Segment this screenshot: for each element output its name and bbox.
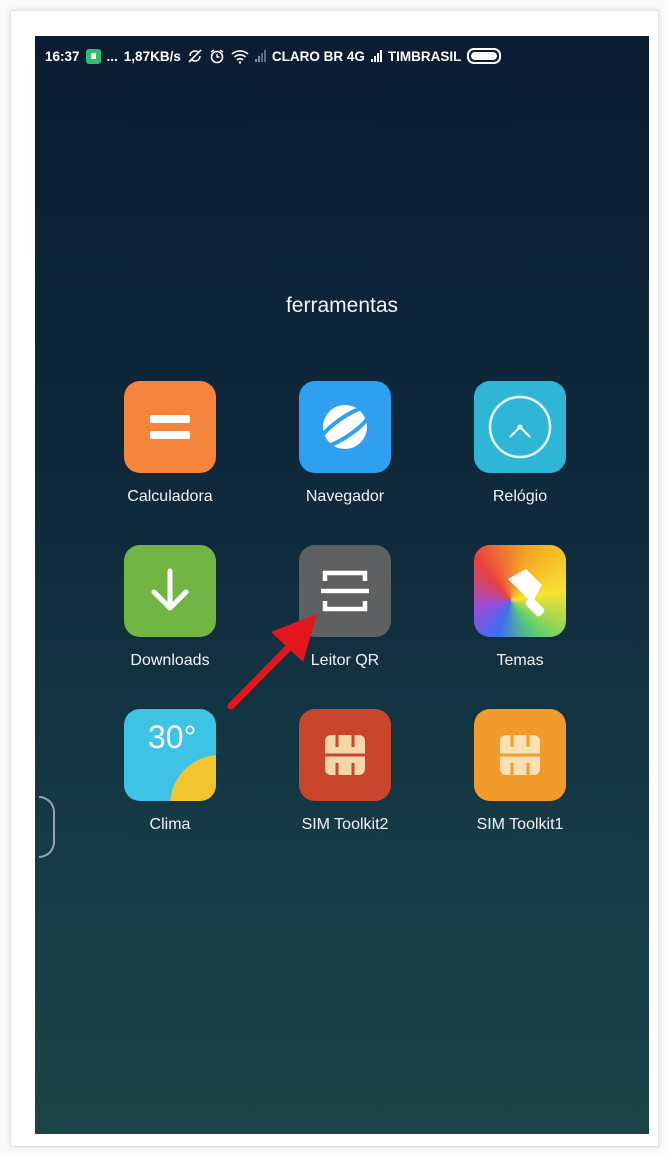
app-downloads[interactable]: Downloads bbox=[100, 545, 240, 670]
carrier-1: CLARO BR 4G bbox=[271, 48, 365, 64]
app-navegador[interactable]: Navegador bbox=[275, 381, 415, 506]
signal-icon bbox=[370, 50, 382, 62]
wifi-icon bbox=[231, 49, 249, 64]
more-notifications-dots: ... bbox=[106, 48, 118, 64]
weather-icon: 30° bbox=[124, 709, 216, 801]
sim-card-icon bbox=[474, 709, 566, 801]
app-relogio[interactable]: Relógio bbox=[450, 381, 590, 506]
app-leitor-qr[interactable]: Leitor QR bbox=[275, 545, 415, 670]
app-sim-toolkit2[interactable]: SIM Toolkit2 bbox=[275, 709, 415, 834]
app-label: Downloads bbox=[130, 652, 210, 669]
download-icon bbox=[124, 545, 216, 637]
temperature-text: 30° bbox=[148, 719, 197, 755]
clock-time: 16:37 bbox=[45, 48, 80, 64]
qr-scanner-icon bbox=[299, 545, 391, 637]
app-sim-toolkit1[interactable]: SIM Toolkit1 bbox=[450, 709, 590, 834]
calculator-icon bbox=[124, 381, 216, 473]
app-calculadora[interactable]: Calculadora bbox=[100, 381, 240, 506]
battery-icon bbox=[467, 48, 502, 64]
app-temas[interactable]: Temas bbox=[450, 545, 590, 670]
app-label: Clima bbox=[149, 816, 191, 833]
signal-icon bbox=[254, 50, 266, 62]
clock-icon bbox=[474, 381, 566, 473]
status-bar: 16:37 ... 1,87KB/s CLARO BR 4G TIMBRASIL bbox=[35, 36, 649, 76]
themes-brush-icon bbox=[474, 545, 566, 637]
app-label: Leitor QR bbox=[310, 652, 380, 669]
network-speed: 1,87KB/s bbox=[123, 48, 181, 64]
alarm-icon bbox=[209, 48, 225, 64]
browser-icon bbox=[299, 381, 391, 473]
app-label: Calculadora bbox=[127, 488, 213, 505]
app-label: Navegador bbox=[305, 488, 385, 505]
sim-card-icon bbox=[299, 709, 391, 801]
app-label: Temas bbox=[496, 652, 544, 669]
side-handle[interactable] bbox=[39, 796, 55, 858]
app-clima[interactable]: 30° Clima bbox=[100, 709, 240, 834]
app-label: SIM Toolkit1 bbox=[476, 816, 564, 833]
phone-screen: 16:37 ... 1,87KB/s CLARO BR 4G TIMBRASIL… bbox=[35, 36, 649, 1134]
folder-title: ferramentas bbox=[285, 294, 399, 317]
sync-off-icon bbox=[187, 48, 203, 64]
carrier-2: TIMBRASIL bbox=[387, 48, 462, 64]
app-label: Relógio bbox=[492, 488, 548, 505]
app-label: SIM Toolkit2 bbox=[301, 816, 389, 833]
notification-icon bbox=[85, 48, 101, 64]
